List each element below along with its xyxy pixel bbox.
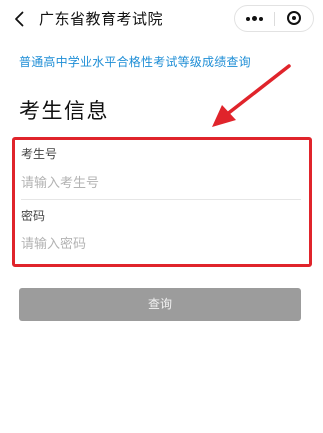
top-navigation-bar: 广东省教育考试院: [0, 0, 323, 38]
field-divider: [21, 199, 301, 200]
mini-program-capsule: [234, 5, 314, 32]
password-input[interactable]: [21, 233, 301, 255]
close-mini-program-button[interactable]: [275, 6, 313, 31]
section-title: 考生信息: [19, 99, 109, 123]
more-button[interactable]: [235, 6, 274, 31]
exam-id-label: 考生号: [21, 147, 58, 161]
nav-title: 广东省教育考试院: [39, 10, 164, 28]
page: 广东省教育考试院 普通高中学业水平合格性考试等级成绩查询 考生信息 考生号 密码: [0, 0, 323, 433]
back-button[interactable]: [10, 9, 30, 29]
exam-id-input[interactable]: [21, 172, 301, 194]
password-label: 密码: [21, 209, 46, 223]
query-button[interactable]: 查询: [19, 288, 301, 321]
page-subtitle-link: 普通高中学业水平合格性考试等级成绩查询: [19, 55, 251, 69]
chevron-left-icon: [15, 11, 24, 27]
target-circle-icon: [287, 11, 301, 25]
login-form-highlight: 考生号 密码: [12, 137, 312, 267]
